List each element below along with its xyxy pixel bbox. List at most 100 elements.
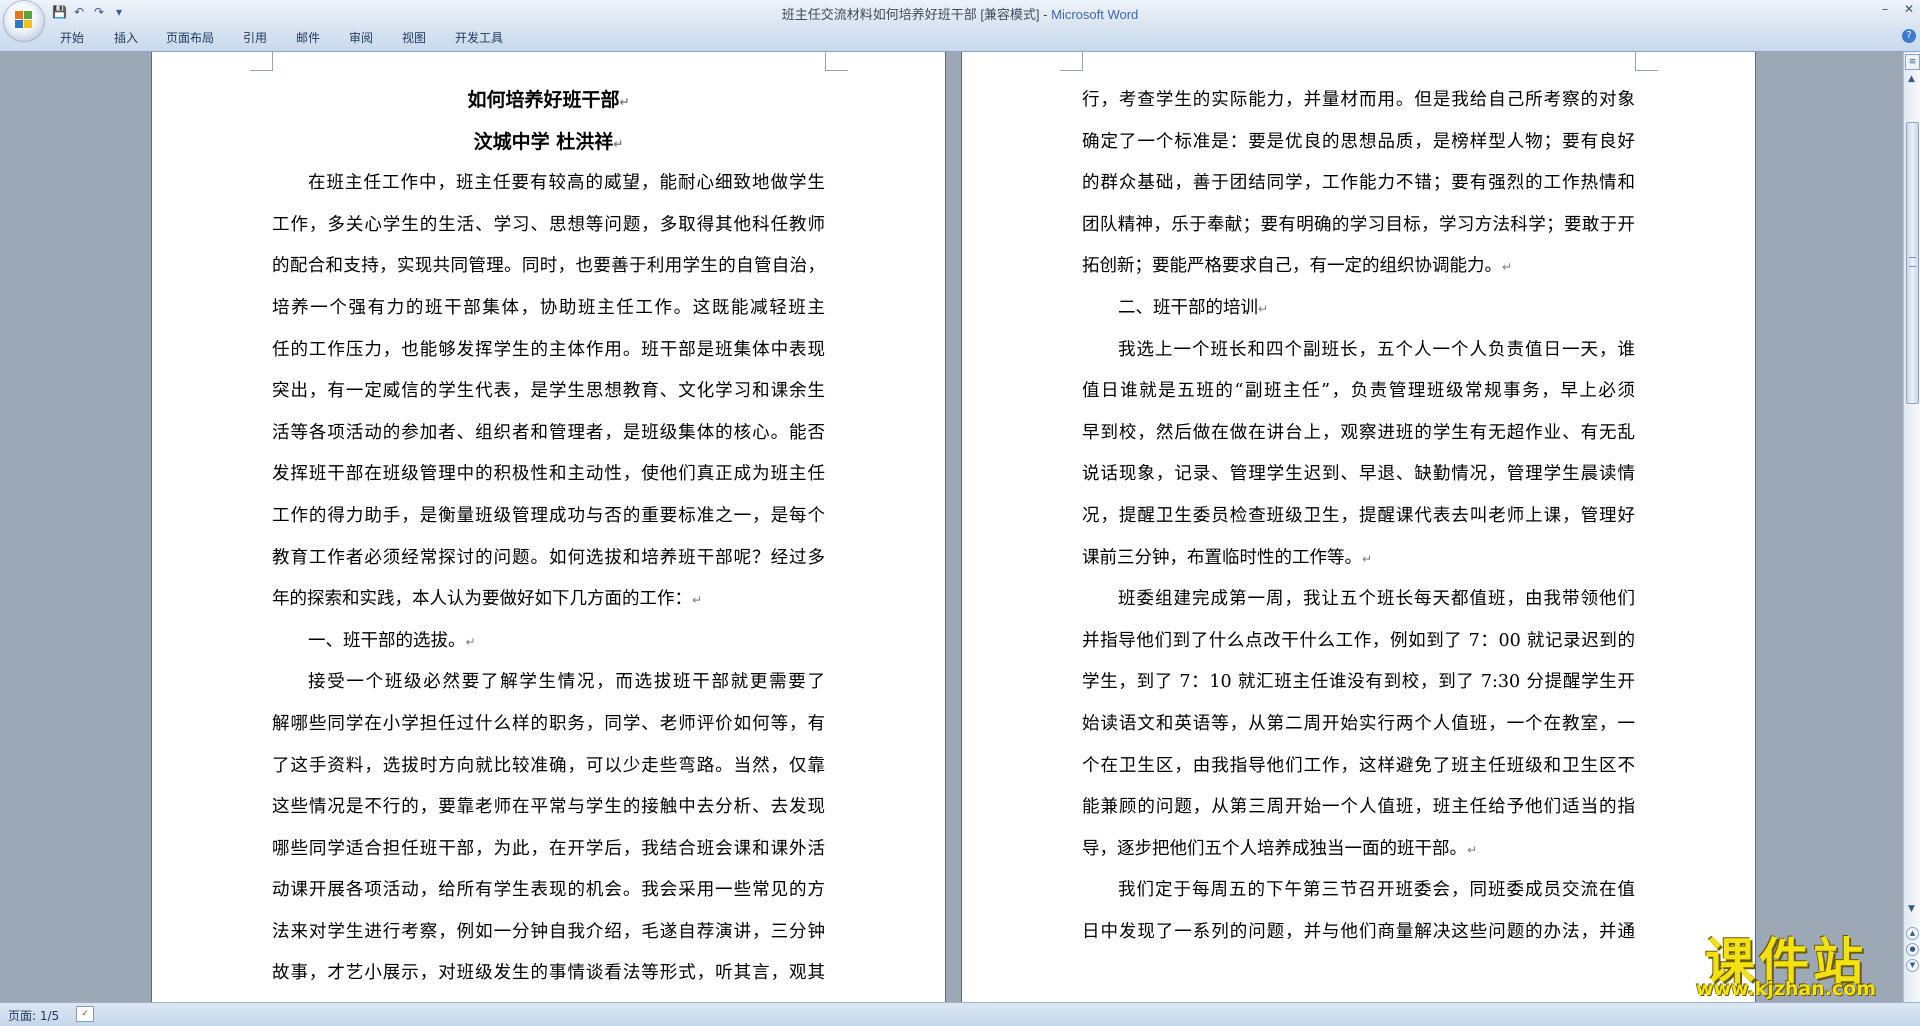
window-title: 班主任交流材料如何培养好班干部 [兼容模式] - Microsoft Word <box>0 4 1920 23</box>
tab-developer[interactable]: 开发工具 <box>455 29 503 46</box>
ribbon-tabs: 开始 插入 页面布局 引用 邮件 审阅 视图 开发工具 ? <box>0 24 1920 52</box>
line-text: 值日谁就是五班的“副班主任”，负责管理班级常规事务，早上必须 <box>1082 381 1635 402</box>
text-line: 说话现象，记录、管理学生迟到、早退、缺勤情况，管理学生晨读情 <box>1082 454 1635 496</box>
scroll-down-icon[interactable]: ▼ <box>1905 904 1918 918</box>
line-text: 早到校，然后做在做在讲台上，观察进班的学生有无超作业、有无乱 <box>1082 422 1635 443</box>
text-line: 接受一个班级必然要了解学生情况，而选拔班干部就更需要了 <box>272 662 825 704</box>
crop-mark <box>1060 52 1083 71</box>
crop-mark <box>825 52 848 71</box>
window-controls: – ✕ <box>1882 2 1914 16</box>
line-text: 团队精神，乐于奉献；要有明确的学习目标，学习方法科学；要敢于开 <box>1082 214 1635 235</box>
text-line: 故事，才艺小展示，对班级发生的事情谈看法等形式，听其言，观其 <box>272 953 825 995</box>
text-line: 始读语文和英语等，从第二周开始实行两个人值班，一个在教室，一 <box>1082 704 1635 746</box>
tab-mailings[interactable]: 邮件 <box>296 29 320 46</box>
vertical-scrollbar[interactable]: ≡ ▲ ▼ ▲ ● ▼ <box>1903 52 1920 1002</box>
text-line: 活等各项活动的参加者、组织者和管理者，是班级集体的核心。能否 <box>272 413 825 455</box>
text-line: 法来对学生进行考察，例如一分钟自我介绍，毛遂自荐演讲，三分钟 <box>272 912 825 954</box>
help-icon[interactable]: ? <box>1902 29 1916 43</box>
crop-mark <box>250 52 273 71</box>
tab-home[interactable]: 开始 <box>60 29 84 46</box>
line-text: 况，提醒卫生委员检查班级卫生，提醒课代表去叫老师上课，管理好 <box>1082 505 1635 526</box>
line-text: 年的探索和实践，本人认为要做好如下几方面的工作： <box>272 589 692 610</box>
app-name: Microsoft Word <box>1051 7 1139 22</box>
tab-insert[interactable]: 插入 <box>114 29 138 46</box>
line-text: 解哪些同学在小学担任过什么样的职务，同学、老师评价如何等，有 <box>272 713 825 734</box>
text-line: 能兼顾的问题，从第三周开始一个人值班，班主任给予他们适当的指 <box>1082 787 1635 829</box>
page-2[interactable]: 行，考查学生的实际能力，并量材而用。但是我给自己所考察的对象 确定了一个标准是：要… <box>962 52 1755 1002</box>
text-line: 教育工作者必须经常探讨的问题。如何选拔和培养班干部呢？经过多 <box>272 538 825 580</box>
crop-mark <box>1635 52 1658 71</box>
text-line: 汶城中学 杜洪祥↵ <box>272 122 825 164</box>
text-line: 突出，有一定威信的学生代表，是学生思想教育、文化学习和课余生 <box>272 371 825 413</box>
minimize-icon[interactable]: – <box>1882 2 1888 16</box>
paragraph-mark-icon: ↵ <box>692 593 703 608</box>
tab-references[interactable]: 引用 <box>243 29 267 46</box>
text-line: 拓创新；要能严格要求自己，有一定的组织协调能力。↵ <box>1082 246 1635 288</box>
text-line: 况，提醒卫生委员检查班级卫生，提醒课代表去叫老师上课，管理好 <box>1082 496 1635 538</box>
watermark-url: www.kjzhan.com <box>1695 978 1877 1000</box>
line-text: 任的工作压力，也能够发挥学生的主体作用。班干部是班集体中表现 <box>272 339 825 360</box>
title-separator: - <box>1039 7 1052 22</box>
line-text: 活等各项活动的参加者、组织者和管理者，是班级集体的核心。能否 <box>272 422 825 443</box>
line-text: 一、班干部的选拔。 <box>308 630 466 651</box>
scroll-thumb[interactable] <box>1906 122 1919 404</box>
line-text: 教育工作者必须经常探讨的问题。如何选拔和培养班干部呢？经过多 <box>272 547 825 568</box>
line-text: 动课开展各项活动，给所有学生表现的机会。我会采用一些常见的方 <box>272 880 825 901</box>
previous-page-icon[interactable]: ▲ <box>1906 927 1919 940</box>
page-1[interactable]: 如何培养好班干部↵ 汶城中学 杜洪祥↵ 在班主任工作中，班主任要有较高的威望，能耐心… <box>152 52 945 1002</box>
text-line: 这些情况是不行的，要靠老师在平常与学生的接触中去分析、去发现 <box>272 787 825 829</box>
paragraph-mark-icon: ↵ <box>619 95 630 109</box>
paragraph-mark-icon: ↵ <box>1467 842 1478 857</box>
tab-view[interactable]: 视图 <box>402 29 426 46</box>
text-line: 年的探索和实践，本人认为要做好如下几方面的工作：↵ <box>272 579 825 621</box>
next-page-icon[interactable]: ▼ <box>1906 959 1919 972</box>
text-line: 学生，到了 7：10 就汇班主任谁没有到校，到了 7:30 分提醒学生开 <box>1082 662 1635 704</box>
line-text: 班委组建完成第一周，我让五个班长每天都值班，由我带领他们 <box>1118 589 1635 610</box>
line-text: 确定了一个标准是：要是优良的思想品质，是榜样型人物；要有良好 <box>1082 131 1635 152</box>
line-text: 能兼顾的问题，从第三周开始一个人值班，班主任给予他们适当的指 <box>1082 797 1635 818</box>
document-area[interactable]: 如何培养好班干部↵ 汶城中学 杜洪祥↵ 在班主任工作中，班主任要有较高的威望，能耐心… <box>0 52 1904 1002</box>
line-text: 说话现象，记录、管理学生迟到、早退、缺勤情况，管理学生晨读情 <box>1082 464 1635 485</box>
text-line: 个在卫生区，由我指导他们工作，这样避免了班主任班级和卫生区不 <box>1082 746 1635 788</box>
status-bar: 页面: 1/5 ✓ <box>0 1002 1920 1026</box>
proofing-icon[interactable]: ✓ <box>76 1006 94 1022</box>
line-text: 工作的得力助手，是衡量班级管理成功与否的重要标准之一，是每个 <box>272 505 825 526</box>
line-text: 二、班干部的培训 <box>1118 297 1258 318</box>
text-line: 确定了一个标准是：要是优良的思想品质，是榜样型人物；要有良好 <box>1082 122 1635 164</box>
site-watermark: 课件站 www.kjzhan.com <box>1670 922 1902 1000</box>
tab-page-layout[interactable]: 页面布局 <box>166 29 214 46</box>
text-line: 在班主任工作中，班主任要有较高的威望，能耐心细致地做学生 <box>272 163 825 205</box>
page-2-text: 行，考查学生的实际能力，并量材而用。但是我给自己所考察的对象 确定了一个标准是：要… <box>1082 80 1635 953</box>
ruler-toggle-icon[interactable]: ≡ <box>1905 54 1920 70</box>
scroll-up-icon[interactable]: ▲ <box>1905 74 1918 88</box>
line-text: 了这手资料，选拔时方向就比较准确，可以少走些弯路。当然，仅靠 <box>272 755 825 776</box>
text-line: 导，逐步把他们五个人培养成独当一面的班干部。↵ <box>1082 829 1635 871</box>
paragraph-mark-icon: ↵ <box>613 136 624 151</box>
text-line: 的配合和支持，实现共同管理。同时，也要善于利用学生的自管自治， <box>272 246 825 288</box>
text-line: 解哪些同学在小学担任过什么样的职务，同学、老师评价如何等，有 <box>272 704 825 746</box>
text-line: 我们定于每周五的下午第三节召开班委会，同班委成员交流在值 <box>1082 870 1635 912</box>
line-text: 行，考查学生的实际能力，并量材而用。但是我给自己所考察的对象 <box>1082 90 1635 110</box>
scroll-grip-icon <box>1909 257 1916 267</box>
line-text: 哪些同学适合担任班干部，为此，在开学后，我结合班会课和课外活 <box>272 838 825 859</box>
office-button[interactable] <box>4 1 44 41</box>
close-icon[interactable]: ✕ <box>1904 2 1914 16</box>
tab-review[interactable]: 审阅 <box>349 29 373 46</box>
line-text: 法来对学生进行考察，例如一分钟自我介绍，毛遂自荐演讲，三分钟 <box>272 921 825 942</box>
line-text: 的配合和支持，实现共同管理。同时，也要善于利用学生的自管自治， <box>272 256 825 277</box>
line-text: 工作，多关心学生的生活、学习、思想等问题，多取得其他科任教师 <box>272 214 825 235</box>
paragraph-mark-icon: ↵ <box>465 634 476 649</box>
text-line: 任的工作压力，也能够发挥学生的主体作用。班干部是班集体中表现 <box>272 330 825 372</box>
text-line: 如何培养好班干部↵ <box>272 80 825 122</box>
line-text: 我选上一个班长和四个副班长，五个人一个人负责值日一天，谁 <box>1118 339 1635 360</box>
select-browse-object-icon[interactable]: ● <box>1906 943 1919 956</box>
paragraph-mark-icon: ↵ <box>1258 301 1269 316</box>
text-line: 二、班干部的培训↵ <box>1082 288 1635 330</box>
text-line: 哪些同学适合担任班干部，为此，在开学后，我结合班会课和课外活 <box>272 829 825 871</box>
page-indicator[interactable]: 页面: 1/5 <box>8 1007 59 1024</box>
paragraph-mark-icon: ↵ <box>1502 260 1513 275</box>
office-logo-icon <box>15 11 33 29</box>
line-text: 如何培养好班干部 <box>467 89 620 111</box>
line-text: 培养一个强有力的班干部集体，协助班主任工作。这既能减轻班主 <box>272 297 825 318</box>
text-line: 发挥班干部在班级管理中的积极性和主动性，使他们真正成为班主任 <box>272 454 825 496</box>
